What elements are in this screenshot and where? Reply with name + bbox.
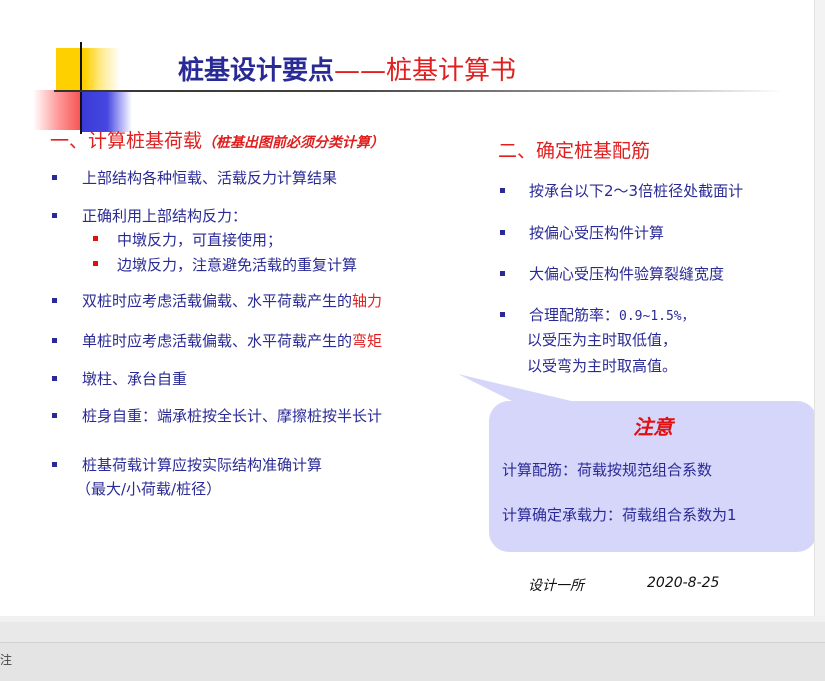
list-item: 单桩时应考虑活载偏载、水平荷载产生的弯矩 bbox=[82, 330, 382, 351]
status-bar: 注 bbox=[0, 642, 825, 681]
list-item-continuation: 以受压为主时取低值， bbox=[527, 331, 678, 349]
bullet-icon bbox=[500, 230, 505, 235]
sub-bullet-icon bbox=[93, 236, 98, 241]
logo-vertical-line bbox=[80, 42, 82, 134]
bullet-icon bbox=[52, 413, 57, 418]
status-notes-label[interactable]: 注 bbox=[0, 651, 12, 668]
reinforcement-ratio-value: 0.9~1.5%， bbox=[619, 309, 695, 324]
bullet-icon bbox=[52, 338, 57, 343]
list-item-text: 双桩时应考虑活载偏载、水平荷载产生的 bbox=[82, 292, 353, 310]
bullet-icon bbox=[52, 213, 57, 218]
callout-title: 注意 bbox=[633, 415, 673, 439]
section1-heading-text: 一、计算桩基荷载 bbox=[50, 130, 203, 152]
list-item: 按偏心受压构件计算 bbox=[529, 224, 665, 242]
logo-yellow-block bbox=[56, 48, 120, 90]
list-item: 桩身自重：端承桩按全长计、摩擦桩按半长计 bbox=[82, 407, 383, 425]
sub-bullet-icon bbox=[93, 261, 98, 266]
slide-bottom-edge bbox=[0, 616, 825, 622]
list-item: 双桩时应考虑活载偏载、水平荷载产生的轴力 bbox=[82, 290, 382, 311]
sub-list-item: 边墩反力，注意避免活载的重复计算 bbox=[117, 256, 358, 274]
list-item-text: 合理配筋率： bbox=[529, 306, 620, 324]
note-callout: 注意 计算配筋：荷载按规范组合系数 计算确定承载力：荷载组合系数为1 bbox=[489, 401, 817, 552]
slide-canvas[interactable]: 桩基设计要点——桩基计算书 一、计算桩基荷载（桩基出图前必须分类计算） 上部结构… bbox=[0, 0, 825, 622]
bullet-icon bbox=[500, 312, 505, 317]
section1-heading: 一、计算桩基荷载（桩基出图前必须分类计算） bbox=[50, 126, 384, 153]
callout-line: 计算配筋：荷载按规范组合系数 bbox=[502, 461, 713, 479]
section1-note: （桩基出图前必须分类计算） bbox=[202, 135, 385, 151]
bullet-icon bbox=[52, 376, 57, 381]
footer-date: 2020-8-25 bbox=[647, 575, 720, 591]
bullet-icon bbox=[500, 271, 505, 276]
slide-right-edge bbox=[814, 0, 825, 622]
list-item: 按承台以下2～3倍桩径处截面计 bbox=[529, 182, 744, 200]
list-item-text: 单桩时应考虑活载偏载、水平荷载产生的 bbox=[82, 332, 353, 350]
bullet-icon bbox=[52, 298, 57, 303]
list-item: 正确利用上部结构反力： bbox=[82, 207, 248, 225]
slide-title: 桩基设计要点——桩基计算书 bbox=[178, 50, 516, 87]
title-underline bbox=[54, 90, 784, 92]
list-item: 墩柱、承台自重 bbox=[82, 370, 188, 388]
callout-line: 计算确定承载力：荷载组合系数为1 bbox=[502, 506, 737, 524]
title-sub: ——桩基计算书 bbox=[334, 56, 517, 86]
highlight-bending-moment: 弯矩 bbox=[352, 332, 383, 350]
list-item: 上部结构各种恒载、活载反力计算结果 bbox=[82, 169, 338, 187]
list-item: 合理配筋率：0.9~1.5%， bbox=[529, 304, 695, 325]
list-item: 大偏心受压构件验算裂缝宽度 bbox=[529, 265, 725, 283]
title-main: 桩基设计要点 bbox=[178, 56, 335, 86]
list-item-continuation: 以受弯为主时取高值。 bbox=[527, 357, 678, 375]
bullet-icon bbox=[500, 188, 505, 193]
list-item: 桩基荷载计算应按实际结构准确计算 bbox=[82, 456, 323, 474]
sub-list-item: 中墩反力，可直接使用； bbox=[117, 231, 283, 249]
bullet-icon bbox=[52, 462, 57, 467]
footer-author: 设计一所 bbox=[528, 578, 584, 594]
bullet-icon bbox=[52, 175, 57, 180]
highlight-axial-force: 轴力 bbox=[352, 292, 383, 310]
list-item-continuation: （最大/小荷载/桩径） bbox=[76, 480, 222, 498]
section2-heading: 二、确定桩基配筋 bbox=[498, 140, 651, 162]
